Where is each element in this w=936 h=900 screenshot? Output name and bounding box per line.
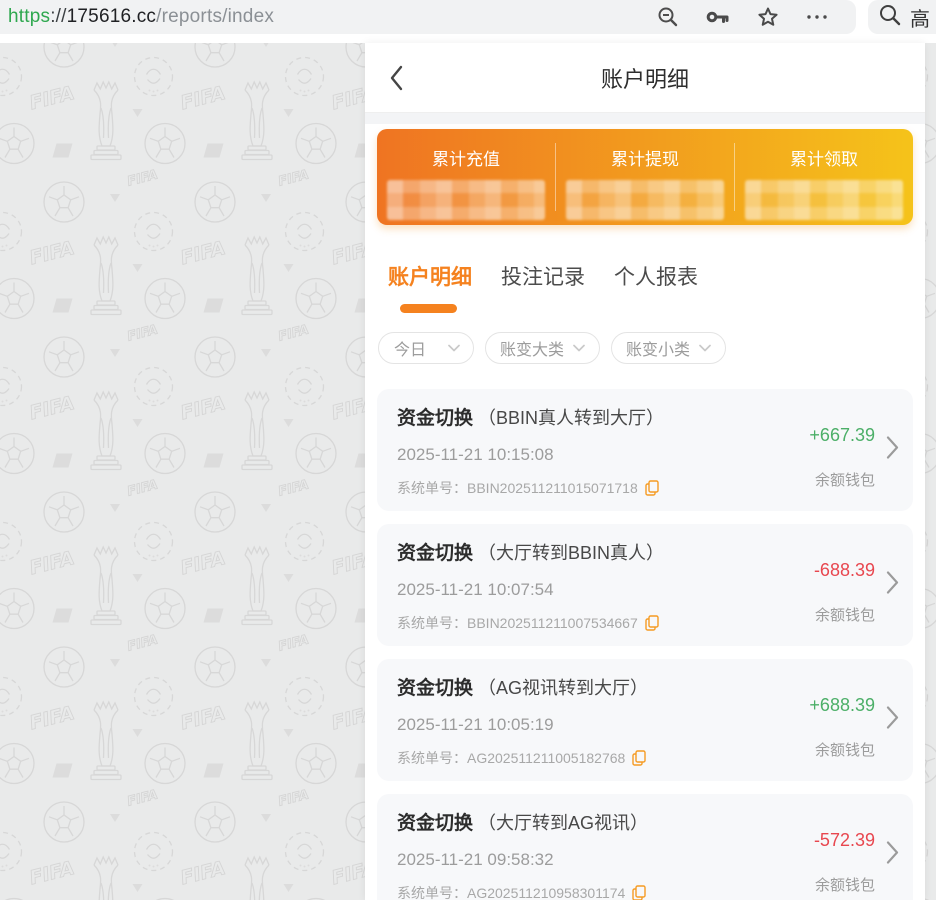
blurred-value: [387, 180, 545, 220]
tabs: 账户明细 投注记录 个人报表: [365, 261, 925, 291]
summary-col-withdraw: 累计提现: [556, 129, 734, 225]
transaction-detail: （AG视讯转到大厅）: [478, 678, 648, 698]
transaction-amount: +688.39: [809, 695, 875, 716]
transaction-list: 资金切换（BBIN真人转到大厅） 2025-11-21 10:15:08 系统单…: [365, 389, 925, 900]
wallet-label: 余额钱包: [809, 739, 875, 760]
side-search-label: 高: [910, 3, 930, 32]
transaction-detail: （BBIN真人转到大厅）: [478, 408, 664, 428]
wallet-label: 余额钱包: [814, 874, 875, 895]
zoom-out-icon[interactable]: [657, 6, 679, 28]
transaction-time: 2025-11-21 09:58:32: [397, 850, 763, 870]
chevron-right-icon[interactable]: [886, 706, 899, 735]
filter-minor-category-dropdown[interactable]: 账变小类: [611, 332, 726, 364]
header-divider-band: [365, 113, 925, 124]
transaction-order-row: 系统单号：AG202511210958301174: [397, 883, 763, 900]
filter-label: 账变小类: [626, 336, 690, 360]
transaction-time: 2025-11-21 10:15:08: [397, 445, 763, 465]
more-dots-icon[interactable]: [806, 14, 828, 20]
transaction-order-row: 系统单号：AG202511211005182768: [397, 748, 763, 768]
transaction-type: 资金切换: [397, 813, 473, 834]
chevron-down-icon: [448, 344, 460, 352]
blurred-value: [566, 180, 724, 220]
transaction-type: 资金切换: [397, 408, 473, 429]
transaction-title: 资金切换（大厅转到AG视讯）: [397, 811, 763, 836]
copy-icon[interactable]: [645, 480, 659, 496]
transaction-amount-block: -572.39 余额钱包: [814, 830, 875, 895]
copy-icon[interactable]: [632, 750, 646, 766]
active-tab-underline: [400, 304, 457, 313]
wallet-label: 余额钱包: [809, 469, 875, 490]
copy-icon[interactable]: [632, 885, 646, 900]
tab-personal-report[interactable]: 个人报表: [614, 261, 698, 291]
page-title: 账户明细: [601, 62, 689, 94]
filters: 今日 账变大类 账变小类: [378, 332, 925, 364]
summary-label: 累计充值: [432, 145, 500, 170]
order-number-text: 系统单号：AG202511211005182768: [397, 748, 625, 768]
transaction-amount-block: -688.39 余额钱包: [814, 560, 875, 625]
blurred-value: [745, 180, 903, 220]
transaction-type: 资金切换: [397, 678, 473, 699]
transaction-title: 资金切换（AG视讯转到大厅）: [397, 676, 763, 701]
transaction-row[interactable]: 资金切换（大厅转到AG视讯） 2025-11-21 09:58:32 系统单号：…: [377, 794, 913, 900]
order-number-text: 系统单号：BBIN202511211015071718: [397, 478, 638, 498]
chevron-down-icon: [699, 344, 711, 352]
page-url: https://175616.cc/reports/index: [8, 6, 274, 28]
transaction-amount-block: +688.39 余额钱包: [809, 695, 875, 760]
transaction-row[interactable]: 资金切换（大厅转到BBIN真人） 2025-11-21 10:07:54 系统单…: [377, 524, 913, 646]
filter-label: 今日: [394, 336, 426, 360]
summary-label: 累计提现: [611, 145, 679, 170]
order-number-text: 系统单号：BBIN202511211007534667: [397, 613, 638, 633]
address-bar[interactable]: https://175616.cc/reports/index: [0, 0, 856, 34]
totals-summary-card: 累计充值 累计提现 累计领取: [377, 129, 913, 225]
filter-major-category-dropdown[interactable]: 账变大类: [485, 332, 600, 364]
summary-col-claim: 累计领取: [735, 129, 913, 225]
tab-bet-records[interactable]: 投注记录: [501, 261, 585, 291]
browser-side-search[interactable]: 高: [868, 0, 936, 34]
transaction-row[interactable]: 资金切换（AG视讯转到大厅） 2025-11-21 10:05:19 系统单号：…: [377, 659, 913, 781]
transaction-type: 资金切换: [397, 543, 473, 564]
chevron-right-icon[interactable]: [886, 436, 899, 465]
transaction-amount-block: +667.39 余额钱包: [809, 425, 875, 490]
chevron-down-icon: [573, 344, 585, 352]
bookmark-star-icon[interactable]: [757, 7, 779, 28]
summary-col-recharge: 累计充值: [377, 129, 555, 225]
password-key-icon[interactable]: [706, 8, 730, 26]
chevron-right-icon[interactable]: [886, 571, 899, 600]
transaction-detail: （大厅转到BBIN真人）: [478, 543, 664, 563]
tab-account-detail[interactable]: 账户明细: [388, 261, 472, 291]
transaction-amount: -688.39: [814, 560, 875, 581]
transaction-time: 2025-11-21 10:05:19: [397, 715, 763, 735]
summary-label: 累计领取: [790, 145, 858, 170]
transaction-amount: -572.39: [814, 830, 875, 851]
order-number-text: 系统单号：AG202511210958301174: [397, 883, 625, 900]
account-detail-panel: 账户明细 累计充值 累计提现 累计领取 账户明细 投注记录 个人报表 今日 账变…: [365, 43, 925, 900]
search-icon: [878, 3, 902, 32]
filter-date-dropdown[interactable]: 今日: [378, 332, 474, 364]
transaction-order-row: 系统单号：BBIN202511211015071718: [397, 478, 763, 498]
browser-toolbar: https://175616.cc/reports/index 高: [0, 0, 936, 34]
back-button[interactable]: [389, 43, 404, 112]
copy-icon[interactable]: [645, 615, 659, 631]
app-header: 账户明细: [365, 43, 925, 113]
transaction-amount: +667.39: [809, 425, 875, 446]
chevron-right-icon[interactable]: [886, 841, 899, 870]
filter-label: 账变大类: [500, 336, 564, 360]
transaction-title: 资金切换（BBIN真人转到大厅）: [397, 406, 763, 431]
wallet-label: 余额钱包: [814, 604, 875, 625]
transaction-row[interactable]: 资金切换（BBIN真人转到大厅） 2025-11-21 10:15:08 系统单…: [377, 389, 913, 511]
transaction-title: 资金切换（大厅转到BBIN真人）: [397, 541, 763, 566]
transaction-order-row: 系统单号：BBIN202511211007534667: [397, 613, 763, 633]
transaction-detail: （大厅转到AG视讯）: [478, 813, 648, 833]
transaction-time: 2025-11-21 10:07:54: [397, 580, 763, 600]
